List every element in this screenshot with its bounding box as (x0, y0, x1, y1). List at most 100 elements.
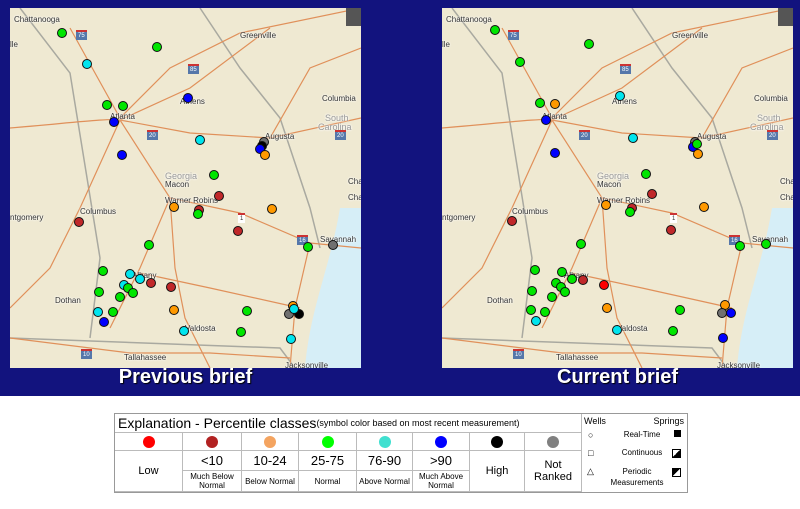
well-marker[interactable] (578, 275, 588, 285)
well-marker[interactable] (179, 326, 189, 336)
class-dot (264, 435, 276, 448)
well-marker[interactable] (108, 307, 118, 317)
well-marker[interactable] (286, 334, 296, 344)
city-label: Savannah (320, 235, 357, 244)
well-marker[interactable] (152, 42, 162, 52)
legend-title: Explanation - Percentile classes (symbol … (115, 414, 582, 433)
well-marker[interactable] (666, 225, 676, 235)
well-marker[interactable] (102, 100, 112, 110)
well-marker[interactable] (233, 226, 243, 236)
well-marker[interactable] (628, 133, 638, 143)
well-marker[interactable] (328, 240, 338, 250)
well-marker[interactable] (612, 325, 622, 335)
well-marker[interactable] (515, 57, 525, 67)
well-marker[interactable] (236, 327, 246, 337)
well-marker[interactable] (214, 191, 224, 201)
city-label: Columbus (80, 207, 117, 216)
well-marker[interactable] (289, 304, 299, 314)
well-marker[interactable] (693, 149, 703, 159)
legend-class-label-text: Below Normal (245, 476, 295, 486)
well-marker[interactable] (625, 207, 635, 217)
well-marker[interactable] (601, 200, 611, 210)
well-marker[interactable] (557, 267, 567, 277)
well-marker[interactable] (540, 307, 550, 317)
well-marker[interactable] (560, 287, 570, 297)
legend-class-label: Below Normal (242, 471, 299, 492)
well-marker[interactable] (193, 209, 203, 219)
well-marker[interactable] (166, 282, 176, 292)
legend-class-range-text: >90 (429, 453, 453, 468)
well-marker[interactable] (647, 189, 657, 199)
well-marker[interactable] (718, 333, 728, 343)
well-marker[interactable] (267, 204, 277, 214)
well-marker[interactable] (144, 240, 154, 250)
well-marker[interactable] (125, 269, 135, 279)
well-marker[interactable] (550, 99, 560, 109)
well-marker[interactable] (82, 59, 92, 69)
well-marker[interactable] (195, 135, 205, 145)
well-marker[interactable] (169, 202, 179, 212)
well-marker[interactable] (115, 292, 125, 302)
legend-class-range: 76-90 (357, 451, 413, 471)
well-marker[interactable] (699, 202, 709, 212)
well-marker[interactable] (547, 292, 557, 302)
well-marker[interactable] (242, 306, 252, 316)
well-marker[interactable] (761, 239, 771, 249)
well-marker[interactable] (118, 101, 128, 111)
well-marker[interactable] (109, 117, 119, 127)
class-dot (378, 435, 391, 448)
well-marker[interactable] (507, 216, 517, 226)
well-marker[interactable] (550, 148, 560, 158)
well-marker[interactable] (599, 280, 609, 290)
well-marker[interactable] (668, 326, 678, 336)
well-marker[interactable] (726, 308, 736, 318)
well-marker[interactable] (641, 169, 651, 179)
previous-brief-map[interactable]: Chattanooga Greenville Athens Atlanta Columb… (10, 8, 361, 368)
well-marker[interactable] (535, 98, 545, 108)
city-label: Greenville (672, 31, 709, 40)
well-marker[interactable] (128, 288, 138, 298)
city-label: Macon (597, 180, 622, 189)
well-marker[interactable] (303, 242, 313, 252)
well-marker[interactable] (584, 39, 594, 49)
legend-title-text: Explanation - Percentile classes (118, 415, 317, 431)
well-marker[interactable] (93, 307, 103, 317)
city-label: ntgomery (10, 213, 44, 222)
well-marker[interactable] (146, 278, 156, 288)
well-marker[interactable] (692, 139, 702, 149)
well-marker[interactable] (541, 115, 551, 125)
well-marker[interactable] (209, 170, 219, 180)
type-label: Continuous (621, 448, 663, 457)
well-marker[interactable] (117, 150, 127, 160)
type-label: Periodic Measurements (610, 467, 664, 487)
well-marker[interactable] (530, 265, 540, 275)
overview-thumbnail (778, 8, 793, 26)
well-marker[interactable] (260, 150, 270, 160)
well-marker[interactable] (527, 286, 537, 296)
well-marker[interactable] (526, 305, 536, 315)
well-marker[interactable] (98, 266, 108, 276)
well-marker[interactable] (490, 25, 500, 35)
well-marker[interactable] (74, 217, 84, 227)
well-marker[interactable] (94, 287, 104, 297)
well-marker[interactable] (135, 274, 145, 284)
current-brief-map[interactable]: Chattanooga Greenville Athens Atlanta Columb… (442, 8, 793, 368)
city-label: lle (442, 40, 451, 49)
legend-symbol (115, 433, 183, 451)
legend-class-range-text: 76-90 (367, 453, 402, 468)
city-label: Augusta (265, 132, 295, 141)
well-marker[interactable] (602, 303, 612, 313)
well-marker[interactable] (576, 239, 586, 249)
well-marker[interactable] (615, 91, 625, 101)
well-marker[interactable] (99, 317, 109, 327)
legend-class-label-text: Much Above Normal (418, 472, 464, 490)
well-marker[interactable] (675, 305, 685, 315)
well-marker[interactable] (531, 316, 541, 326)
well-marker[interactable] (183, 93, 193, 103)
legend-symbol (525, 433, 582, 451)
well-marker[interactable] (169, 305, 179, 315)
well-marker[interactable] (57, 28, 67, 38)
well-marker[interactable] (567, 274, 577, 284)
well-marker[interactable] (735, 241, 745, 251)
highway-shield: 75 (508, 30, 519, 40)
